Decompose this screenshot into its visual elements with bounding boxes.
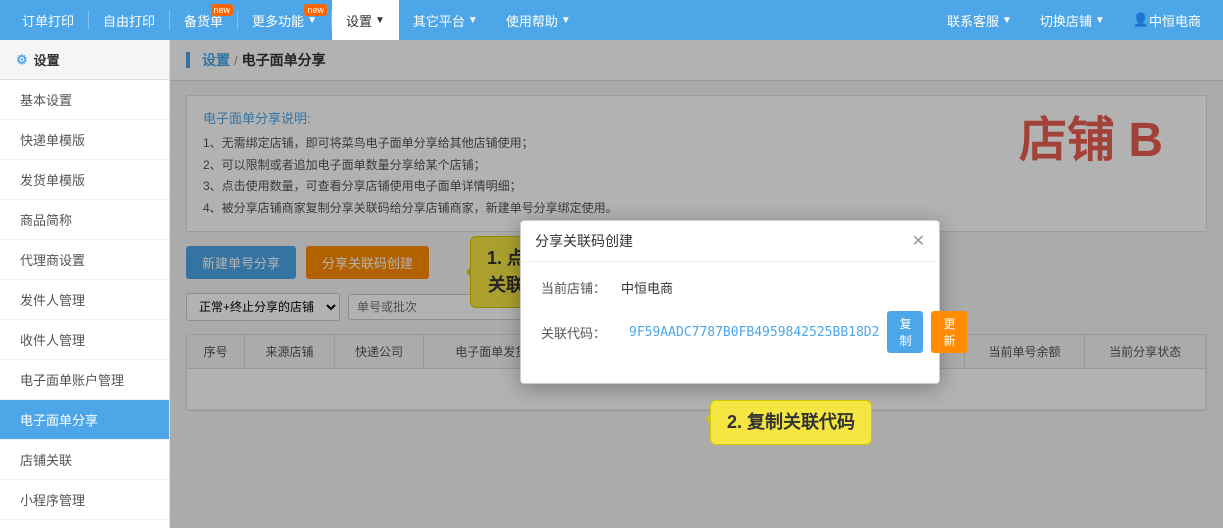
user-icon: 👤 [1133,12,1149,28]
modal-body: 当前店铺： 中恒电商 关联代码： 9F59AADC7787B0FB4959842… [521,262,939,383]
nav-help[interactable]: 使用帮助 ▼ [492,0,585,40]
top-nav: 订单打印 自由打印 备货单 new 更多功能 new ▼ 设置 ▼ 其它平台 ▼… [0,0,1223,40]
modal-code-row: 关联代码： 9F59AADC7787B0FB4959842525BB18D2 复… [541,311,919,353]
main-layout: ⚙ 设置 基本设置 快递单模版 发货单模版 商品简称 代理商设置 发件人管理 收… [0,40,1223,528]
nav-stock-list[interactable]: 备货单 new [170,0,237,40]
modal-shop-value: 中恒电商 [621,278,673,297]
sidebar-item-basic[interactable]: 基本设置 [0,80,169,120]
sidebar-item-agent[interactable]: 代理商设置 [0,240,169,280]
nav-order-print[interactable]: 订单打印 [8,0,88,40]
more-func-arrow: ▼ [307,15,317,26]
sidebar-item-eface-share[interactable]: 电子面单分享 [0,400,169,440]
sidebar-item-receiver[interactable]: 收件人管理 [0,320,169,360]
modal-shop-row: 当前店铺： 中恒电商 [541,278,919,297]
nav-other-platforms[interactable]: 其它平台 ▼ [399,0,492,40]
nav-contact[interactable]: 联系客服 ▼ [933,0,1026,40]
modal-close-button[interactable]: ✕ [912,231,925,251]
sidebar-header: ⚙ 设置 [0,40,169,80]
nav-user[interactable]: 👤 中恒电商 [1119,0,1215,40]
sidebar: ⚙ 设置 基本设置 快递单模版 发货单模版 商品简称 代理商设置 发件人管理 收… [0,40,170,528]
sidebar-item-eface-account[interactable]: 电子面单账户管理 [0,360,169,400]
other-platforms-arrow: ▼ [468,15,478,26]
modal-dialog: 分享关联码创建 ✕ 当前店铺： 中恒电商 关联代码： 9F59AADC7787B… [520,220,940,384]
modal-header: 分享关联码创建 ✕ [521,221,939,262]
sidebar-item-shop-link[interactable]: 店铺关联 [0,440,169,480]
copy-button[interactable]: 复制 [887,311,923,353]
help-arrow: ▼ [561,15,571,26]
nav-more-func[interactable]: 更多功能 new ▼ [238,0,331,40]
settings-arrow: ▼ [375,15,385,26]
sidebar-item-miniapp[interactable]: 小程序管理 [0,480,169,520]
sidebar-item-delivery[interactable]: 发货单模版 [0,160,169,200]
modal-shop-label: 当前店铺： [541,278,621,297]
nav-right: 联系客服 ▼ 切换店铺 ▼ 👤 中恒电商 [933,0,1215,40]
modal-overlay: 分享关联码创建 ✕ 当前店铺： 中恒电商 关联代码： 9F59AADC7787B… [170,40,1223,528]
sidebar-item-express[interactable]: 快递单模版 [0,120,169,160]
gear-icon: ⚙ [16,52,28,68]
stock-list-badge: new [211,4,234,16]
nav-free-print[interactable]: 自由打印 [89,0,169,40]
refresh-button[interactable]: 更新 [931,311,967,353]
sidebar-item-product-alias[interactable]: 商品简称 [0,200,169,240]
nav-switch-shop[interactable]: 切换店铺 ▼ [1026,0,1119,40]
more-func-badge: new [304,4,327,16]
modal-code-label: 关联代码： [541,323,621,342]
modal-code-value: 9F59AADC7787B0FB4959842525BB18D2 [629,325,879,340]
modal-title: 分享关联码创建 [535,231,633,251]
content-area: 设置 / 电子面单分享 店铺 B 电子面单分享说明: 1、无需绑定店铺，即可将菜… [170,40,1223,528]
sidebar-item-sender[interactable]: 发件人管理 [0,280,169,320]
callout-2: 2. 复制关联代码 [710,400,872,445]
nav-settings[interactable]: 设置 ▼ [332,0,399,40]
